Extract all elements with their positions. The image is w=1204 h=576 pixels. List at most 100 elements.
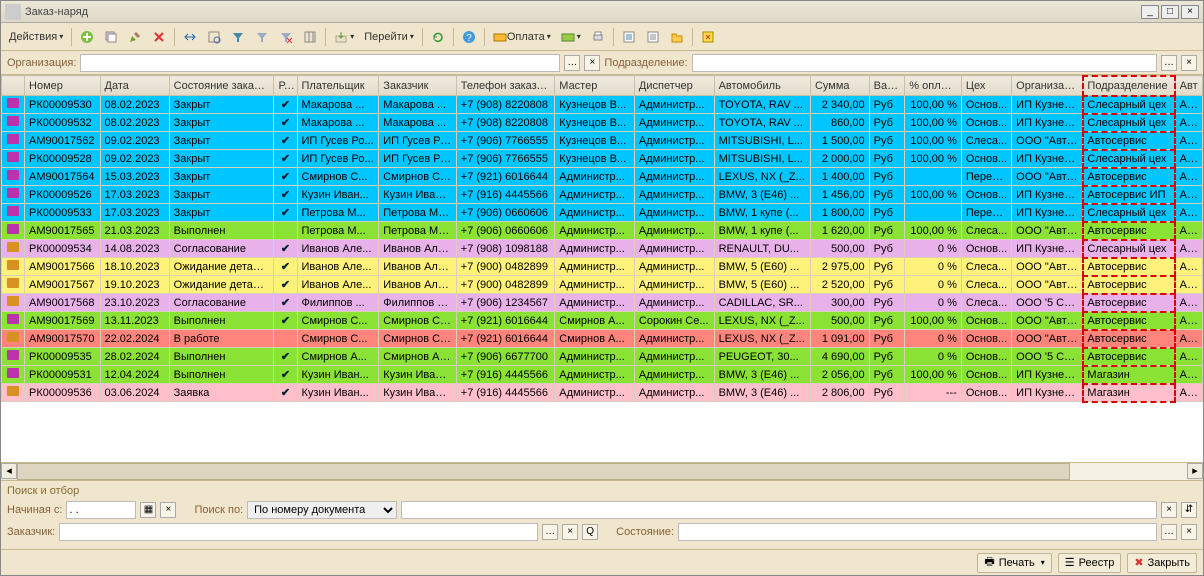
search-clear-button[interactable]: × [1161,502,1177,518]
cust-pick-button[interactable]: … [542,524,558,540]
table-row[interactable]: РК0000953528.02.2024Выполнен✔Смирнов А..… [2,348,1203,366]
column-header[interactable]: Авт [1175,76,1202,96]
add-button[interactable] [76,27,98,47]
folder-button[interactable] [666,27,688,47]
state-pick-button[interactable]: … [1161,524,1177,540]
close-footer-button[interactable]: ✖Закрыть [1127,553,1197,573]
cell-a: Адм [1175,258,1202,276]
column-header[interactable]: Заказчик [379,76,457,96]
table-row[interactable]: АМ9001757022.02.2024В работеСмирнов С...… [2,330,1203,348]
column-header[interactable]: Подразделение [1083,76,1175,96]
sub-clear-button[interactable]: × [1181,55,1197,71]
sub-pick-button[interactable]: … [1161,55,1177,71]
filter-funnel1-button[interactable] [227,27,249,47]
app-icon [5,4,21,20]
help-button[interactable]: ? [458,27,480,47]
sub-input[interactable] [692,54,1157,72]
column-header[interactable]: Вал... [869,76,905,96]
table-row[interactable]: АМ9001756415.03.2023Закрыт✔Смирнов С...С… [2,168,1203,186]
filter1-button[interactable] [203,27,225,47]
state-input[interactable] [678,523,1157,541]
row-status-icon [7,242,19,252]
org-clear-button[interactable]: × [584,55,600,71]
go-menu[interactable]: Перейти▾ [360,27,418,47]
org-pick-button[interactable]: … [564,55,580,71]
start-date-input[interactable] [66,501,136,519]
column-header[interactable]: Диспетчер [634,76,714,96]
money-button[interactable]: ▾ [557,27,585,47]
cust-clear-button[interactable]: × [562,524,578,540]
export-button[interactable]: ▾ [330,27,358,47]
list1-button[interactable] [618,27,640,47]
print-footer-button[interactable]: 🖶Печать▾ [977,553,1051,573]
special-button[interactable] [697,27,719,47]
print-button[interactable] [587,27,609,47]
searchby-select[interactable]: По номеру документа [247,501,397,519]
registry-button[interactable]: ☰Реестр [1058,553,1122,573]
move-button[interactable] [179,27,201,47]
column-header[interactable]: Мастер [555,76,635,96]
scroll-left-button[interactable]: ◂ [1,463,17,479]
pay-menu[interactable]: Оплата▾ [489,27,555,47]
column-header[interactable]: Плательщик [297,76,379,96]
edit-button[interactable] [124,27,146,47]
column-header[interactable]: Р... [274,76,297,96]
column-header[interactable]: Автомобиль [714,76,810,96]
search-text-input[interactable] [401,501,1157,519]
table-row[interactable]: РК0000953208.02.2023Закрыт✔Макарова ...М… [2,114,1203,132]
cell-sub: Слесарный цех [1083,96,1175,114]
table-row[interactable]: АМ9001756719.10.2023Ожидание деталей✔Ива… [2,276,1203,294]
state-clear-button[interactable]: × [1181,524,1197,540]
column-header[interactable]: Организац... [1012,76,1083,96]
table-row[interactable]: РК0000953603.06.2024Заявка✔Кузин Иван...… [2,384,1203,402]
table-row[interactable]: АМ9001756823.10.2023Согласование✔Филиппо… [2,294,1203,312]
table-row[interactable]: АМ9001756521.03.2023ВыполненПетрова М...… [2,222,1203,240]
column-header[interactable]: Состояние заказ-... [169,76,274,96]
cell-sub: Автосервис [1083,276,1175,294]
column-header[interactable]: Дата [100,76,169,96]
cell-num: АМ90017565 [25,222,100,240]
scroll-right-button[interactable]: ▸ [1187,463,1203,479]
cust-q-button[interactable]: Q [582,524,598,540]
org-input[interactable] [80,54,560,72]
cell-ic [2,168,25,186]
column-header[interactable]: Цех [961,76,1011,96]
delete-button[interactable] [148,27,170,47]
row-status-icon [7,350,19,360]
table-row[interactable]: РК0000952809.02.2023Закрыт✔ИП Гусев Ро..… [2,150,1203,168]
table-row[interactable]: РК0000953008.02.2023Закрыт✔Макарова ...М… [2,96,1203,114]
filter-x-button[interactable] [275,27,297,47]
filter-funnel2-button[interactable] [251,27,273,47]
close-window-button[interactable]: × [1181,5,1199,19]
cell-num: РК00009533 [25,204,100,222]
table-row[interactable]: АМ9001756209.02.2023Закрыт✔ИП Гусев Ро..… [2,132,1203,150]
maximize-button[interactable]: □ [1161,5,1179,19]
column-header[interactable]: Номер [25,76,100,96]
actions-menu[interactable]: Действия▾ [5,27,67,47]
columns-button[interactable] [299,27,321,47]
table-row[interactable]: РК0000952617.03.2023Закрыт✔Кузин Иван...… [2,186,1203,204]
table-row[interactable]: РК0000953317.03.2023Закрыт✔Петрова М...П… [2,204,1203,222]
cell-payer: Смирнов А... [297,348,379,366]
scrollbar-thumb[interactable] [17,463,1070,480]
table-row[interactable]: АМ9001756618.10.2023Ожидание деталей✔Ива… [2,258,1203,276]
column-header[interactable]: Телефон заказч... [456,76,555,96]
column-header[interactable]: % оплат... [905,76,962,96]
table-row[interactable]: РК0000953112.04.2024Выполнен✔Кузин Иван.… [2,366,1203,384]
date-clear-button[interactable]: × [160,502,176,518]
search-toggle-button[interactable]: ⇵ [1181,502,1197,518]
cell-ic [2,366,25,384]
minimize-button[interactable]: _ [1141,5,1159,19]
check-icon: ✔ [281,117,290,129]
table-row[interactable]: РК0000953414.08.2023Согласование✔Иванов … [2,240,1203,258]
column-header[interactable] [2,76,25,96]
data-grid[interactable]: НомерДатаСостояние заказ-...Р...Плательщ… [1,75,1203,402]
copy-button[interactable] [100,27,122,47]
table-row[interactable]: АМ9001756913.11.2023Выполнен✔Смирнов С..… [2,312,1203,330]
list2-button[interactable] [642,27,664,47]
horizontal-scrollbar[interactable]: ◂ ▸ [1,462,1203,480]
cust-input[interactable] [59,523,538,541]
refresh-button[interactable] [427,27,449,47]
date-picker-button[interactable]: ▦ [140,502,156,518]
column-header[interactable]: Сумма [810,76,869,96]
